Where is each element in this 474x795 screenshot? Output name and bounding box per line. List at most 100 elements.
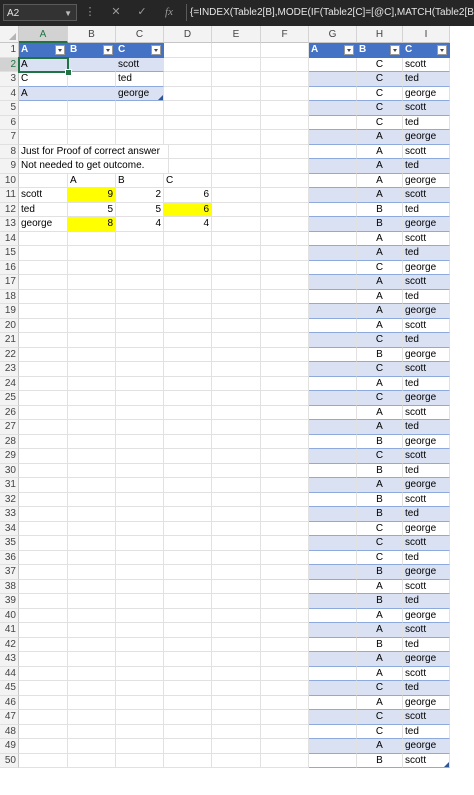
cell-c15[interactable] [116,246,164,261]
column-header-i[interactable]: I [403,26,450,43]
cell-b44[interactable] [68,666,116,681]
cell-e39[interactable] [212,594,261,609]
cell-e20[interactable] [212,318,261,333]
table1-cell[interactable]: george [116,86,164,101]
table2-cell[interactable] [309,246,357,261]
cell-c29[interactable] [116,449,164,464]
row-header-42[interactable]: 42 [0,637,19,652]
proof-row-label[interactable]: george [19,217,68,232]
cell-a28[interactable] [19,434,68,449]
worksheet-grid[interactable]: A B C D E F G H I 1 2 3 4 5 6 7 8 9 10 11 12 13 14 15 16 17 18 19 20… [0,26,474,795]
cell-e19[interactable] [212,304,261,319]
cell-f29[interactable] [261,449,309,464]
proof-count-cell[interactable]: 9 [68,188,116,203]
cell-a19[interactable] [19,304,68,319]
table2-cell[interactable]: B [357,565,403,580]
cell-b43[interactable] [68,652,116,667]
cell-a18[interactable] [19,289,68,304]
row-header-25[interactable]: 25 [0,391,19,406]
table2-cell[interactable] [309,304,357,319]
cell-c18[interactable] [116,289,164,304]
table2-cell[interactable]: C [357,362,403,377]
cell-a21[interactable] [19,333,68,348]
cell-f43[interactable] [261,652,309,667]
table1-header-c[interactable]: C [116,43,164,58]
cell-b38[interactable] [68,579,116,594]
cell-e17[interactable] [212,275,261,290]
cell-e6[interactable] [212,115,261,130]
table2-cell[interactable]: ted [403,376,450,391]
cell-d6[interactable] [164,115,212,130]
cell-b39[interactable] [68,594,116,609]
row-header-8[interactable]: 8 [0,144,19,159]
cell-d28[interactable] [164,434,212,449]
table2-cell[interactable]: B [357,492,403,507]
more-options-icon[interactable]: ⋮ [84,4,96,21]
table2-cell[interactable]: A [357,608,403,623]
cell-d33[interactable] [164,507,212,522]
table2-cell[interactable] [309,521,357,536]
cell-a10[interactable] [19,173,68,188]
row-header-10[interactable]: 10 [0,173,19,188]
row-header-21[interactable]: 21 [0,333,19,348]
table1-header-a[interactable]: A [19,43,68,58]
cell-f12[interactable] [261,202,309,217]
table2-cell[interactable]: C [357,86,403,101]
row-header-48[interactable]: 48 [0,724,19,739]
row-header-37[interactable]: 37 [0,565,19,580]
table2-cell[interactable] [309,652,357,667]
row-header-24[interactable]: 24 [0,376,19,391]
table2-cell[interactable] [309,536,357,551]
cell-f1[interactable] [261,43,309,58]
cell-d4[interactable] [164,86,212,101]
cell-d37[interactable] [164,565,212,580]
row-header-49[interactable]: 49 [0,739,19,754]
cell-a43[interactable] [19,652,68,667]
table1-cell[interactable]: A [19,86,68,101]
cell-d8[interactable] [164,144,212,159]
table2-cell[interactable]: george [403,652,450,667]
cell-f46[interactable] [261,695,309,710]
table2-cell[interactable]: george [403,695,450,710]
row-header-6[interactable]: 6 [0,115,19,130]
cell-b34[interactable] [68,521,116,536]
cell-d50[interactable] [164,753,212,768]
cell-e25[interactable] [212,391,261,406]
table1-cell[interactable] [68,72,116,87]
row-header-45[interactable]: 45 [0,681,19,696]
table2-cell[interactable]: ted [403,463,450,478]
table2-cell[interactable]: C [357,115,403,130]
cell-c25[interactable] [116,391,164,406]
formula-input[interactable]: {=INDEX(Table2[B],MODE(IF(Table2[C]=[@C]… [186,4,474,21]
cell-d46[interactable] [164,695,212,710]
table2-cell[interactable]: george [403,130,450,145]
table2-cell[interactable] [309,260,357,275]
cell-d25[interactable] [164,391,212,406]
cell-d21[interactable] [164,333,212,348]
cell-a7[interactable] [19,130,68,145]
column-header-g[interactable]: G [309,26,357,43]
table2-cell[interactable]: B [357,594,403,609]
row-header-3[interactable]: 3 [0,72,19,87]
row-header-27[interactable]: 27 [0,420,19,435]
proof-count-cell[interactable]: 2 [116,188,164,203]
cell-d41[interactable] [164,623,212,638]
row-header-2[interactable]: 2 [0,57,19,72]
cell-b48[interactable] [68,724,116,739]
row-header-22[interactable]: 22 [0,347,19,362]
proof-count-cell[interactable]: 5 [116,202,164,217]
table2-cell[interactable] [309,202,357,217]
table2-cell[interactable]: A [357,289,403,304]
table2-header-c[interactable]: C [403,43,450,58]
select-all-button[interactable] [0,26,19,43]
cell-b14[interactable] [68,231,116,246]
cell-f23[interactable] [261,362,309,377]
cell-f20[interactable] [261,318,309,333]
row-header-34[interactable]: 34 [0,521,19,536]
row-header-18[interactable]: 18 [0,289,19,304]
table2-cell[interactable]: ted [403,72,450,87]
table2-cell[interactable]: C [357,521,403,536]
cell-f50[interactable] [261,753,309,768]
table2-cell[interactable]: B [357,434,403,449]
active-cell-selection[interactable] [18,56,69,73]
